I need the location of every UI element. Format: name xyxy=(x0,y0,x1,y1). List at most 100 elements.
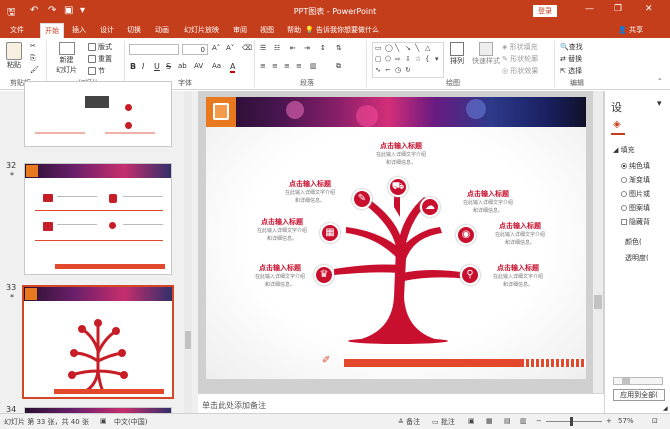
find-button[interactable]: 🔍查找 xyxy=(560,42,583,52)
qr-code-icon[interactable]: ▦ xyxy=(320,223,340,243)
layout-button[interactable]: 版式 xyxy=(88,42,112,52)
slide-thumbnail-31[interactable] xyxy=(24,81,172,147)
paint-bucket-icon[interactable]: ◈ xyxy=(613,119,621,130)
tab-slideshow[interactable]: 幻灯片放映 xyxy=(184,25,219,35)
tab-help[interactable]: 帮助 xyxy=(287,25,301,35)
numbering-icon[interactable]: ☷ xyxy=(274,44,280,52)
shape-effects-button[interactable]: ◎ 形状效果 xyxy=(502,66,538,76)
font-color-button[interactable]: A xyxy=(230,62,236,73)
share-button[interactable]: 👤 共享 xyxy=(618,25,643,35)
text-direction-icon[interactable]: ⇅ xyxy=(336,44,342,52)
paste-button[interactable]: 粘贴 xyxy=(6,42,22,70)
notes-toggle[interactable]: ≙ 备注 xyxy=(398,417,420,427)
decrease-indent-icon[interactable]: ⇤ xyxy=(290,44,296,52)
font-name-combo[interactable] xyxy=(129,44,179,55)
cut-icon[interactable]: ✂ xyxy=(30,42,36,50)
callout-shape-icon[interactable]: ◷ xyxy=(395,66,401,74)
fill-option-pattern[interactable]: 图案填 xyxy=(621,203,650,213)
arrow-shape-icon[interactable]: ↘ xyxy=(405,44,411,52)
align-center-icon[interactable]: ≡ xyxy=(272,62,278,70)
reset-button[interactable]: 重置 xyxy=(88,54,112,64)
line-shape-icon[interactable]: ╲ xyxy=(395,44,399,52)
arrow-shape-icon[interactable]: ↻ xyxy=(405,66,411,74)
slide-thumbnail-33[interactable] xyxy=(22,285,174,399)
brace-shape-icon[interactable]: { xyxy=(425,55,429,63)
trophy-icon[interactable]: ♛ xyxy=(314,265,334,285)
rectangle-shape-icon[interactable]: ▢ xyxy=(375,55,382,63)
slide-sorter-icon[interactable]: ▦ xyxy=(486,417,493,425)
fill-option-gradient[interactable]: 渐变填 xyxy=(621,175,650,185)
slide-canvas[interactable]: 点击输入标题 在此输入详细文字介绍 和详细信息。 点击输入标题 在此输入详细文字… xyxy=(206,97,586,379)
tab-file[interactable]: 文件 xyxy=(10,25,24,35)
wechat-icon[interactable]: ☁ xyxy=(420,197,440,217)
line-spacing-icon[interactable]: ↕ xyxy=(320,44,326,52)
truck-icon[interactable]: ⛟ xyxy=(388,177,408,197)
change-case-button[interactable]: Aa xyxy=(212,62,221,70)
scrollbar-thumb[interactable] xyxy=(185,331,191,349)
close-button[interactable]: ✕ xyxy=(645,4,653,14)
format-painter-icon[interactable]: 🖌 xyxy=(30,66,39,74)
tab-transitions[interactable]: 切换 xyxy=(127,25,141,35)
reading-view-icon[interactable]: ▤ xyxy=(504,417,511,425)
slide-thumbnail-32[interactable] xyxy=(24,163,172,275)
arrange-button[interactable]: 排列 xyxy=(450,42,464,66)
arrow-shape-icon[interactable]: ⇨ xyxy=(395,55,401,63)
quick-styles-button[interactable]: 快速样式 xyxy=(472,42,500,66)
bullets-icon[interactable]: ☰ xyxy=(260,44,266,52)
tab-review[interactable]: 审阅 xyxy=(233,25,247,35)
smartart-icon[interactable]: ⧉ xyxy=(336,62,341,71)
restore-button[interactable]: ❐ xyxy=(614,4,622,14)
grow-font-icon[interactable]: A˄ xyxy=(212,44,220,52)
underline-button[interactable]: U xyxy=(154,62,160,71)
shrink-font-icon[interactable]: A˅ xyxy=(226,44,234,52)
comments-toggle[interactable]: ▭ 批注 xyxy=(432,417,455,427)
new-slide-button[interactable]: 新建 幻灯片 xyxy=(56,42,77,75)
bold-button[interactable]: B xyxy=(130,62,136,71)
thumbnail-scrollbar[interactable] xyxy=(184,91,192,413)
columns-icon[interactable]: ▥ xyxy=(310,62,317,70)
tab-insert[interactable]: 插入 xyxy=(72,25,86,35)
collapse-ribbon-icon[interactable]: ˄ xyxy=(658,78,662,86)
align-right-icon[interactable]: ≡ xyxy=(284,62,290,70)
fit-to-window-icon[interactable]: ⊡ xyxy=(652,417,658,425)
section-button[interactable]: 节 xyxy=(88,66,105,76)
pane-horizontal-scrollbar[interactable] xyxy=(613,377,663,385)
resize-grip-icon[interactable]: ◢ xyxy=(663,405,668,412)
tab-view[interactable]: 视图 xyxy=(260,25,274,35)
justify-icon[interactable]: ≡ xyxy=(296,62,302,70)
spellcheck-icon[interactable]: ▣ xyxy=(100,417,107,425)
bracket-shape-icon[interactable]: ⌐ xyxy=(385,66,391,74)
clear-format-icon[interactable]: ⌫ xyxy=(242,44,252,52)
pencil-icon[interactable]: ✎ xyxy=(352,189,372,209)
shape-fill-button[interactable]: ◈ 形状填充 xyxy=(502,42,538,52)
shapes-gallery[interactable]: ▭ ◯ ╲ ↘ ╲ △ ▢ ⬠ ⇨ ⇩ ☆ { ∿ ⌐ ◷ ↻ ▾ xyxy=(372,42,444,78)
scrollbar-thumb[interactable] xyxy=(622,378,630,384)
tab-design[interactable]: 设计 xyxy=(100,25,114,35)
ellipse-shape-icon[interactable]: ◯ xyxy=(385,44,393,52)
slide-scrollbar[interactable] xyxy=(593,91,603,393)
notes-pane[interactable]: 单击此处添加备注 xyxy=(198,393,604,413)
arrow-shape-icon[interactable]: ⇩ xyxy=(405,55,411,63)
tab-home[interactable]: 开始 xyxy=(40,23,64,38)
chevron-down-icon[interactable]: ▾ xyxy=(435,55,439,63)
zoom-slider-track[interactable] xyxy=(546,421,602,422)
rectangle-shape-icon[interactable]: ▭ xyxy=(375,44,382,52)
pane-collapse-icon[interactable]: ▾ xyxy=(657,99,662,109)
shape-outline-button[interactable]: ✎ 形状轮廓 xyxy=(502,54,538,64)
zoom-out-button[interactable]: − xyxy=(536,417,542,425)
char-spacing-button[interactable]: AV xyxy=(194,62,203,70)
shadow-button[interactable]: ab xyxy=(178,62,187,70)
pushpin-icon[interactable]: ⚲ xyxy=(460,265,480,285)
tell-me-search[interactable]: 💡 告诉我你想要做什么 xyxy=(305,25,379,35)
replace-button[interactable]: ⇄ 替换 xyxy=(560,54,582,64)
increase-indent-icon[interactable]: ⇥ xyxy=(304,44,310,52)
zoom-level[interactable]: 57% xyxy=(618,417,634,425)
hide-background-checkbox[interactable]: 隐藏背 xyxy=(621,217,650,227)
line-shape-icon[interactable]: ╲ xyxy=(415,44,419,52)
select-button[interactable]: ⇱ 选择 xyxy=(560,66,582,76)
strikethrough-button[interactable]: S xyxy=(166,62,171,71)
italic-button[interactable]: I xyxy=(142,62,144,71)
fill-option-solid[interactable]: 纯色填 xyxy=(621,161,650,171)
zoom-in-button[interactable]: + xyxy=(606,417,612,425)
slideshow-icon[interactable]: ▥ xyxy=(520,417,527,425)
